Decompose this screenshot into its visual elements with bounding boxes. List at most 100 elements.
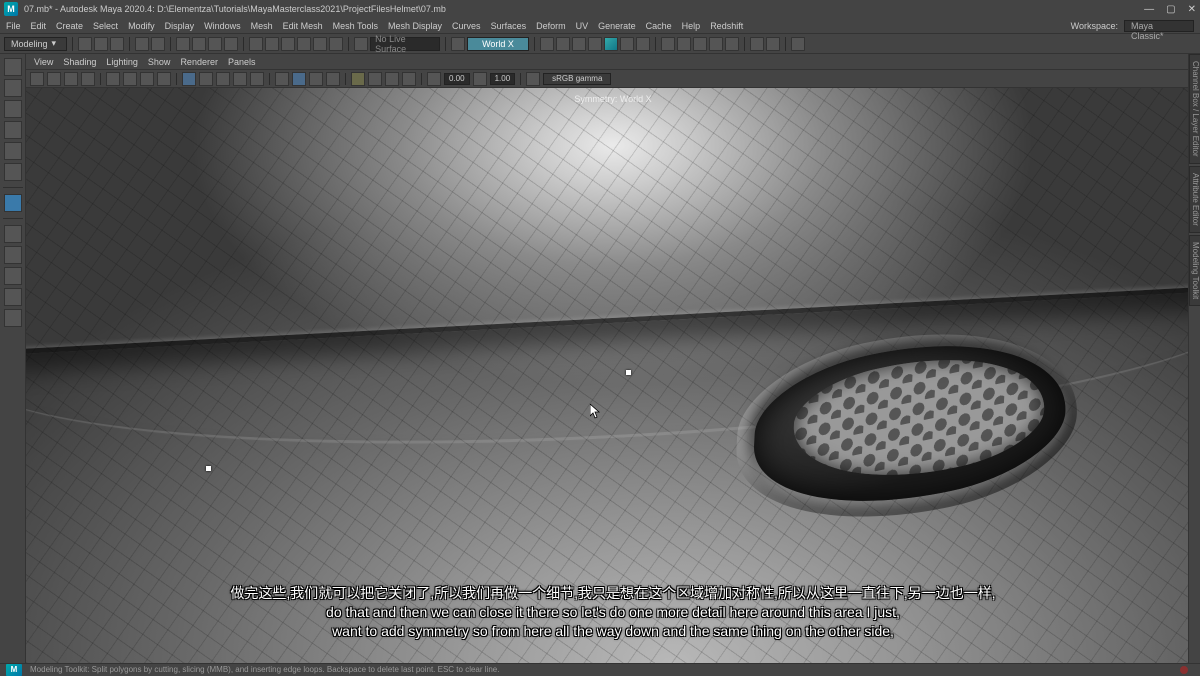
menu-uv[interactable]: UV (576, 21, 589, 31)
menu-file[interactable]: File (6, 21, 21, 31)
isolate-icon[interactable] (275, 72, 289, 86)
ipr-icon[interactable] (572, 37, 586, 51)
select-object-icon[interactable] (224, 37, 238, 51)
menu-deform[interactable]: Deform (536, 21, 566, 31)
minimize-button[interactable]: — (1144, 4, 1154, 15)
snap-live-icon[interactable] (329, 37, 343, 51)
play-icon[interactable] (766, 37, 780, 51)
select-face-icon[interactable] (208, 37, 222, 51)
panel-menu-renderer[interactable]: Renderer (180, 57, 218, 67)
snap-plane-icon[interactable] (313, 37, 327, 51)
multisample-icon[interactable] (385, 72, 399, 86)
layout-four-icon[interactable] (4, 246, 22, 264)
panel-menu-panels[interactable]: Panels (228, 57, 256, 67)
content-browser-icon[interactable] (709, 37, 723, 51)
menu-display[interactable]: Display (165, 21, 195, 31)
symmetry-toggle-icon[interactable] (451, 37, 465, 51)
symmetry-mode[interactable]: World X (467, 37, 529, 51)
new-scene-icon[interactable] (78, 37, 92, 51)
gamma-value[interactable]: 1.00 (490, 73, 516, 85)
image-plane-icon[interactable] (81, 72, 95, 86)
film-gate-icon[interactable] (123, 72, 137, 86)
tab-attribute-editor[interactable]: Attribute Editor (1189, 166, 1200, 233)
menu-select[interactable]: Select (93, 21, 118, 31)
menu-surfaces[interactable]: Surfaces (491, 21, 527, 31)
scale-tool[interactable] (4, 163, 22, 181)
xgen-icon[interactable] (661, 37, 675, 51)
menu-edit[interactable]: Edit (31, 21, 47, 31)
exposure-icon[interactable] (427, 72, 441, 86)
layout-custom-icon[interactable] (4, 309, 22, 327)
menu-curves[interactable]: Curves (452, 21, 481, 31)
snap-point-icon[interactable] (281, 37, 295, 51)
snap-grid-icon[interactable] (249, 37, 263, 51)
move-tool[interactable] (4, 121, 22, 139)
smooth-shade-icon[interactable] (199, 72, 213, 86)
motion-icon[interactable] (693, 37, 707, 51)
select-vertex-icon[interactable] (176, 37, 190, 51)
menu-help[interactable]: Help (682, 21, 701, 31)
layout-single-icon[interactable] (4, 225, 22, 243)
resolution-gate-icon[interactable] (140, 72, 154, 86)
menu-set-selector[interactable]: Modeling▾ (4, 37, 67, 51)
motion-blur-icon[interactable] (368, 72, 382, 86)
grid-toggle-icon[interactable] (106, 72, 120, 86)
account-icon[interactable] (791, 37, 805, 51)
paint-select-tool[interactable] (4, 100, 22, 118)
layout-outliner-icon[interactable] (4, 267, 22, 285)
menu-mesh-display[interactable]: Mesh Display (388, 21, 442, 31)
playblast-icon[interactable] (636, 37, 650, 51)
history-icon[interactable] (540, 37, 554, 51)
menu-mesh[interactable]: Mesh (251, 21, 273, 31)
select-tool[interactable] (4, 58, 22, 76)
render-settings-icon[interactable] (588, 37, 602, 51)
rotate-tool[interactable] (4, 142, 22, 160)
live-surface-field[interactable]: No Live Surface (370, 37, 440, 51)
undo-icon[interactable] (135, 37, 149, 51)
open-scene-icon[interactable] (94, 37, 108, 51)
exposure-value[interactable]: 0.00 (444, 73, 470, 85)
save-scene-icon[interactable] (110, 37, 124, 51)
ao-icon[interactable] (351, 72, 365, 86)
gate-mask-icon[interactable] (157, 72, 171, 86)
select-edge-icon[interactable] (192, 37, 206, 51)
camera-lock-icon[interactable] (47, 72, 61, 86)
menu-redshift[interactable]: Redshift (710, 21, 743, 31)
xray-joints-icon[interactable] (326, 72, 340, 86)
view-transform-mode[interactable]: sRGB gamma (543, 73, 611, 85)
maximize-button[interactable]: ▢ (1166, 4, 1175, 15)
panel-menu-view[interactable]: View (34, 57, 53, 67)
menu-cache[interactable]: Cache (646, 21, 672, 31)
panel-menu-shading[interactable]: Shading (63, 57, 96, 67)
tab-modeling-toolkit[interactable]: Modeling Toolkit (1189, 235, 1200, 306)
viewport[interactable]: Symmetry: World X 做完这些,我们就可以把它关闭了,所以我们再做… (26, 88, 1200, 663)
wire-on-shaded-icon[interactable] (292, 72, 306, 86)
layout-persp-icon[interactable] (4, 288, 22, 306)
gamma-icon[interactable] (473, 72, 487, 86)
menu-mesh-tools[interactable]: Mesh Tools (333, 21, 378, 31)
bookmark-icon[interactable] (64, 72, 78, 86)
menu-edit-mesh[interactable]: Edit Mesh (283, 21, 323, 31)
depth-field-icon[interactable] (402, 72, 416, 86)
open-render-view-icon[interactable] (725, 37, 739, 51)
menu-modify[interactable]: Modify (128, 21, 155, 31)
humanik-icon[interactable] (677, 37, 691, 51)
view-transform-icon[interactable] (526, 72, 540, 86)
close-button[interactable]: ✕ (1188, 4, 1196, 15)
tab-channel-box[interactable]: Channel Box / Layer Editor (1189, 54, 1200, 164)
panel-menu-show[interactable]: Show (148, 57, 171, 67)
render-frame-icon[interactable] (556, 37, 570, 51)
wireframe-icon[interactable] (182, 72, 196, 86)
use-lights-icon[interactable] (233, 72, 247, 86)
textured-icon[interactable] (216, 72, 230, 86)
camera-select-icon[interactable] (30, 72, 44, 86)
snap-projected-icon[interactable] (297, 37, 311, 51)
snap-curve-icon[interactable] (265, 37, 279, 51)
multi-cut-tool[interactable] (4, 194, 22, 212)
rewind-icon[interactable] (750, 37, 764, 51)
magnet-icon[interactable] (354, 37, 368, 51)
menu-windows[interactable]: Windows (204, 21, 241, 31)
panel-menu-lighting[interactable]: Lighting (106, 57, 138, 67)
hypershade-icon[interactable] (604, 37, 618, 51)
lasso-tool[interactable] (4, 79, 22, 97)
